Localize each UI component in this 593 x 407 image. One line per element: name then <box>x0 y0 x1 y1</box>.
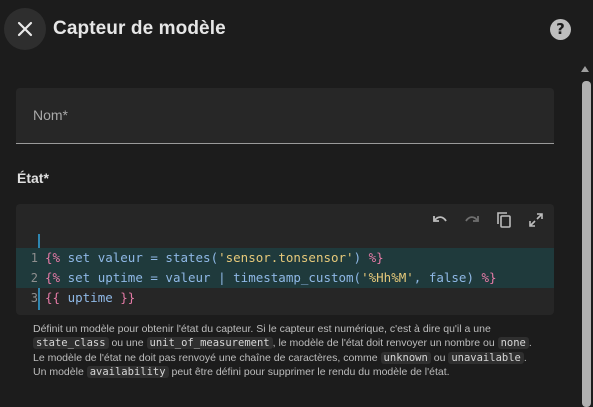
scrollbar-thumb[interactable] <box>582 81 591 407</box>
copy-icon <box>497 212 511 228</box>
help-icon: ? <box>556 20 565 38</box>
state-label: État* <box>17 170 49 186</box>
helper-code: state_class <box>33 337 109 350</box>
helper-code: unknown <box>380 351 431 364</box>
code-area[interactable]: 1 {% set valeur = states('sensor.tonsens… <box>16 234 554 310</box>
helper-code: none <box>497 337 529 350</box>
line-number: 2 <box>30 271 38 285</box>
helper-text: , le modèle de l'état doit renvoyer un n… <box>272 337 498 350</box>
code-line[interactable]: 3 {{ uptime }} <box>16 288 554 308</box>
dialog-header: Capteur de modèle ? <box>0 0 593 60</box>
editor-toolbar <box>428 208 548 234</box>
dialog-title: Capteur de modèle <box>53 18 226 39</box>
code-line[interactable]: 1 {% set valeur = states('sensor.tonsens… <box>16 248 554 268</box>
state-helper-text: Définit un modèle pour obtenir l'état du… <box>33 322 543 379</box>
scroll-up-arrow-icon[interactable] <box>581 66 589 72</box>
line-number: 1 <box>30 251 38 265</box>
name-field[interactable]: Nom* <box>16 88 554 144</box>
name-field-label: Nom* <box>33 107 69 123</box>
helper-text: Définit un modèle pour obtenir l'état du… <box>33 323 491 335</box>
close-icon <box>17 21 33 37</box>
undo-button[interactable] <box>428 208 452 232</box>
helper-text: peut être défini pour supprimer le rendu… <box>168 365 450 378</box>
redo-button[interactable] <box>460 208 484 232</box>
line-number: 3 <box>30 291 38 305</box>
redo-icon <box>465 216 479 222</box>
helper-code: availability <box>86 365 169 378</box>
copy-button[interactable] <box>492 208 516 232</box>
code-line-text: {% set uptime = valeur | timestamp_custo… <box>45 270 497 285</box>
state-code-editor[interactable]: 1 {% set valeur = states('sensor.tonsens… <box>16 204 554 315</box>
code-line-text: {{ uptime }} <box>45 290 136 305</box>
helper-code: unavailable <box>448 351 524 364</box>
code-line-text: {% set valeur = states('sensor.tonsensor… <box>45 250 384 265</box>
fullscreen-icon <box>529 213 543 227</box>
helper-code: unit_of_measurement <box>146 337 273 350</box>
help-button[interactable]: ? <box>550 19 571 40</box>
undo-icon <box>433 216 447 222</box>
code-line[interactable]: 2 {% set uptime = valeur | timestamp_cus… <box>16 268 554 288</box>
close-button[interactable] <box>4 8 46 50</box>
helper-text: ou <box>430 351 449 364</box>
helper-text: ou une <box>108 337 147 350</box>
fullscreen-button[interactable] <box>524 208 548 232</box>
